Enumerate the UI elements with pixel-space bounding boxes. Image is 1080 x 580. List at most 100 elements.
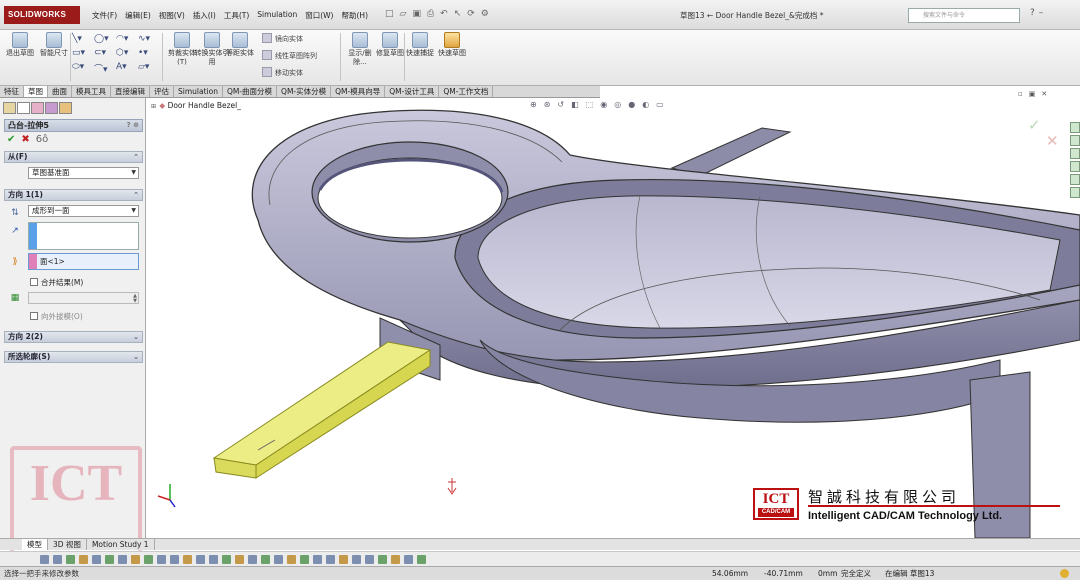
tool-icon[interactable] [196, 554, 205, 564]
merge-result-checkbox[interactable]: 合并结果(M) [30, 277, 83, 288]
tool-icon[interactable] [378, 554, 387, 564]
tool-icon[interactable] [300, 554, 309, 564]
tool-icon[interactable] [40, 554, 49, 564]
new-file-icon[interactable]: □ [385, 9, 394, 19]
help-icon[interactable] [1060, 569, 1069, 578]
tool-icon[interactable] [365, 554, 374, 564]
draft-angle-spinner[interactable]: ▲ ▼ [28, 292, 139, 304]
tab-simulation[interactable]: Simulation [174, 86, 223, 97]
tool-icon[interactable] [222, 554, 231, 564]
smart-dimension-button[interactable]: 智能尺寸 [36, 32, 72, 58]
tool-icon[interactable] [183, 554, 192, 564]
view-settings-icon[interactable]: ▭ [656, 100, 664, 109]
tool-icon[interactable] [261, 554, 270, 564]
feature-tree-flyout[interactable]: ⊞ ◆ Door Handle Bezel_ [151, 101, 241, 110]
rebuild-icon[interactable]: ⟳ [467, 9, 475, 19]
tool-icon[interactable] [209, 554, 218, 564]
tool-icon[interactable] [170, 554, 179, 564]
linear-pattern-button[interactable]: 线性草图阵列 [262, 50, 317, 61]
previous-view-icon[interactable]: ↺ [557, 100, 564, 109]
configuration-manager-icon[interactable] [31, 102, 44, 114]
tool-icon[interactable] [352, 554, 361, 564]
spline-icon[interactable]: ∿▾ [138, 34, 160, 44]
from-section-header[interactable]: 从(F) ⌃ [4, 151, 143, 163]
direction1-section-header[interactable]: 方向 1(1) ⌃ [4, 189, 143, 201]
polygon-icon[interactable]: ⬡▾ [116, 48, 138, 58]
design-library-icon[interactable] [1070, 135, 1080, 146]
reverse-direction-icon[interactable]: ⇅ [10, 208, 20, 218]
section-view-icon[interactable]: ◧ [571, 100, 579, 109]
help-icon[interactable]: ? ⊕ [127, 120, 139, 131]
cancel-icon[interactable]: ✖ [21, 134, 29, 145]
tab-features[interactable]: 特征 [0, 86, 24, 97]
dimxpert-icon[interactable] [45, 102, 58, 114]
tool-icon[interactable] [105, 554, 114, 564]
offset-button[interactable]: 等距实体 [222, 32, 258, 58]
display-manager-icon[interactable] [59, 102, 72, 114]
collapse-icon[interactable]: ⌃ [133, 152, 139, 162]
expand-icon[interactable]: ⊞ [151, 103, 157, 110]
options-icon[interactable]: ⚙ [481, 9, 489, 19]
draft-outward-checkbox[interactable]: 向外拔模(O) [30, 311, 83, 322]
appearances-icon[interactable] [1070, 174, 1080, 185]
appearance-icon[interactable]: ● [628, 100, 635, 109]
print-icon[interactable]: ⎙ [427, 9, 434, 19]
menu-insert[interactable]: 插入(I) [189, 10, 220, 21]
tool-icon[interactable] [118, 554, 127, 564]
tool-icon[interactable] [339, 554, 348, 564]
tool-icon[interactable] [404, 554, 413, 564]
detailed-preview-icon[interactable]: 6ô [36, 134, 48, 145]
menu-window[interactable]: 窗口(W) [301, 10, 337, 21]
model-viewport[interactable] [147, 98, 1080, 538]
help-icon[interactable]: ? [1030, 8, 1035, 18]
property-manager-icon[interactable] [17, 102, 30, 114]
plane-icon[interactable]: ▱▾ [138, 62, 160, 75]
tab-model[interactable]: 模型 [22, 539, 48, 550]
resources-icon[interactable] [1070, 122, 1080, 133]
feature-tree-icon[interactable] [3, 102, 16, 114]
menu-file[interactable]: 文件(F) [88, 10, 121, 21]
menu-tools[interactable]: 工具(T) [220, 10, 253, 21]
menu-help[interactable]: 帮助(H) [338, 10, 373, 21]
spin-down-icon[interactable]: ▼ [133, 299, 137, 304]
text-icon[interactable]: A▾ [116, 62, 138, 75]
tab-qm-mold-wizard[interactable]: QM-模具向导 [331, 86, 386, 97]
move-entities-button[interactable]: 移动实体 [262, 67, 303, 78]
tool-icon[interactable] [144, 554, 153, 564]
tab-evaluate[interactable]: 评估 [150, 86, 174, 97]
draft-icon[interactable]: ▦ [10, 293, 20, 303]
exit-sketch-button[interactable]: 退出草图 [2, 32, 38, 58]
selected-contours-section-header[interactable]: 所选轮廓(S) ⌄ [4, 351, 143, 363]
tab-surfaces[interactable]: 曲面 [48, 86, 72, 97]
close-icon[interactable]: ✕ [1041, 90, 1047, 98]
scene-icon[interactable]: ◐ [642, 100, 649, 109]
tab-sketch[interactable]: 草图 [24, 86, 48, 97]
confirm-corner-cancel-icon[interactable]: ✕ [1046, 132, 1059, 150]
tab-qm-solid-parting[interactable]: QM-实体分模 [277, 86, 332, 97]
tool-icon[interactable] [326, 554, 335, 564]
face-selection-box[interactable]: 面<1> [28, 253, 139, 270]
zoom-fit-icon[interactable]: ⊕ [530, 100, 537, 109]
rapid-sketch-button[interactable]: 快速草图 [434, 32, 470, 58]
tool-icon[interactable] [274, 554, 283, 564]
hide-show-icon[interactable]: ◎ [614, 100, 621, 109]
graphics-area[interactable] [147, 98, 1080, 538]
ellipse-icon[interactable]: ⬭▾ [72, 62, 94, 75]
line-icon[interactable]: ╲▾ [72, 34, 94, 44]
point-icon[interactable]: •▾ [138, 48, 160, 58]
circle-icon[interactable]: ◯▾ [94, 34, 116, 44]
direction2-section-header[interactable]: 方向 2(2) ⌄ [4, 331, 143, 343]
fillet-icon[interactable]: ⌒▾ [94, 62, 116, 75]
save-icon[interactable]: ▣ [412, 9, 421, 19]
collapse-icon[interactable]: ⌃ [133, 190, 139, 200]
zoom-area-icon[interactable]: ⊛ [544, 100, 551, 109]
tool-icon[interactable] [235, 554, 244, 564]
undo-icon[interactable]: ↶ [440, 9, 448, 19]
expand-icon[interactable]: ⌄ [133, 352, 139, 362]
rectangle-icon[interactable]: ▭▾ [72, 48, 94, 58]
search-input[interactable]: 搜索文件与命令 [908, 8, 1020, 23]
tool-icon[interactable] [248, 554, 257, 564]
tab-motion-study[interactable]: Motion Study 1 [87, 539, 155, 550]
view-palette-icon[interactable] [1070, 161, 1080, 172]
confirm-corner-ok-icon[interactable]: ✓ [1028, 116, 1041, 134]
